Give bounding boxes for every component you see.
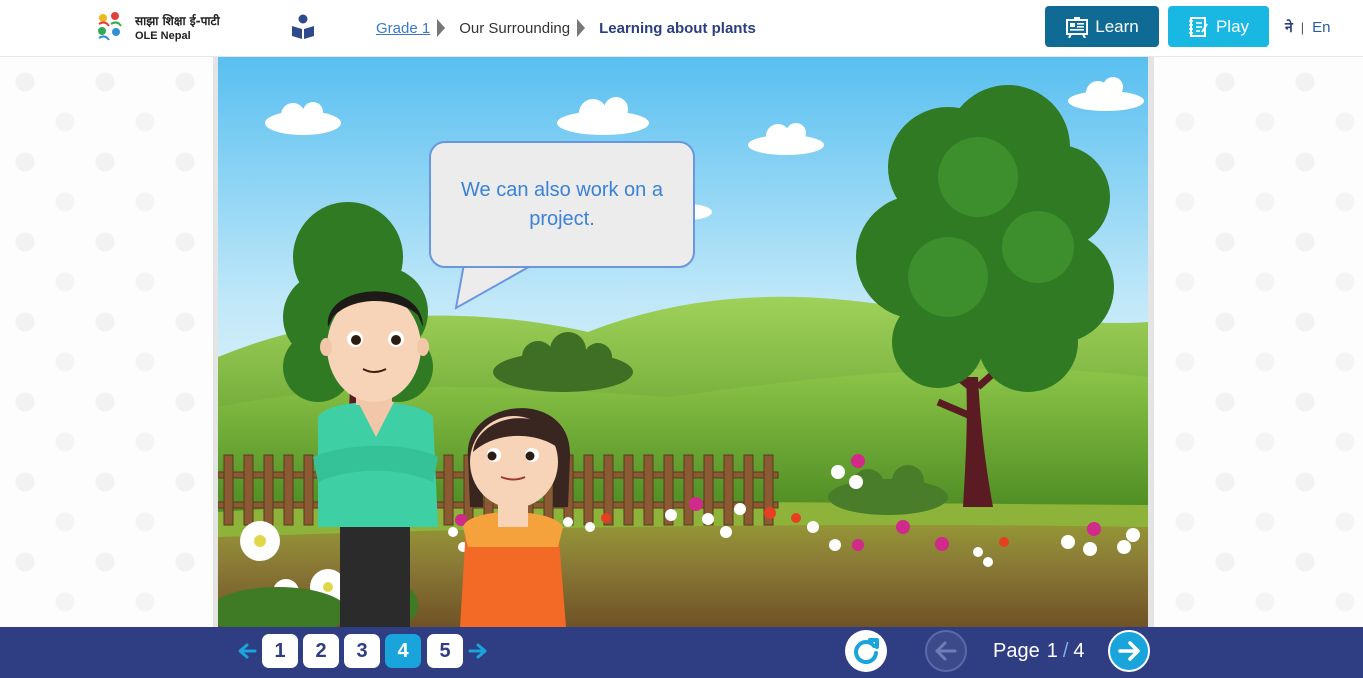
book-reader-icon[interactable] xyxy=(291,14,315,40)
footer-bar xyxy=(0,627,1363,678)
reload-icon xyxy=(854,638,879,665)
breadcrumb-grade[interactable]: Grade 1 xyxy=(376,20,430,37)
speech-bubble-tail xyxy=(454,264,537,310)
page-button-2[interactable]: 2 xyxy=(303,634,339,668)
breadcrumb-lesson: Learning about plants xyxy=(599,19,756,37)
learn-button-label: Learn xyxy=(1095,16,1139,36)
language-english[interactable]: En xyxy=(1312,19,1330,36)
page-button-4[interactable]: 4 xyxy=(385,634,421,668)
breadcrumb-separator-icon xyxy=(437,19,446,37)
total-pages-number: 4 xyxy=(1073,639,1085,662)
breadcrumb-separator-icon xyxy=(577,19,586,37)
speech-bubble: We can also work on a project. xyxy=(429,141,695,268)
page-button-3[interactable]: 3 xyxy=(344,634,380,668)
learn-board-icon xyxy=(1066,16,1089,38)
learn-button[interactable]: Learn xyxy=(1045,6,1159,47)
current-page-number: 1 xyxy=(1046,639,1058,662)
reload-button[interactable] xyxy=(845,630,887,672)
page-button-1[interactable]: 1 xyxy=(262,634,298,668)
next-page-button[interactable] xyxy=(1108,630,1150,672)
breadcrumb: Grade 1 Our Surrounding Learning about p… xyxy=(376,17,756,39)
play-button[interactable]: Play xyxy=(1168,6,1269,47)
play-notebook-icon xyxy=(1188,16,1208,37)
breadcrumb-subject[interactable]: Our Surrounding xyxy=(459,20,570,37)
play-button-label: Play xyxy=(1215,16,1250,36)
arrow-left-icon[interactable] xyxy=(237,641,257,661)
previous-page-button[interactable] xyxy=(925,630,967,672)
page-button-5[interactable]: 5 xyxy=(427,634,463,668)
header: साझा शिक्षा ई-पाटी OLE Nepal Grade 1 Our… xyxy=(0,0,1363,57)
arrow-right-circle-icon xyxy=(1118,641,1140,661)
page-indicator: Page 1 / 4 xyxy=(993,639,1085,663)
logo-text-nepali: साझा शिक्षा ई-पाटी xyxy=(135,14,220,28)
speech-text: We can also work on a project. xyxy=(461,178,663,230)
arrow-right-icon[interactable] xyxy=(468,641,488,661)
story-scene: We can also work on a project. xyxy=(218,57,1148,627)
page-separator: / xyxy=(1062,639,1069,662)
language-separator: | xyxy=(1300,19,1305,35)
language-nepali[interactable]: ने xyxy=(1285,18,1293,37)
logo-text-english: OLE Nepal xyxy=(135,30,191,42)
arrow-left-circle-icon xyxy=(935,641,957,661)
ole-nepal-logo[interactable]: साझा शिक्षा ई-पाटी OLE Nepal xyxy=(95,10,245,46)
logo-icon xyxy=(98,12,122,41)
page-label: Page xyxy=(993,639,1040,662)
language-switcher: ने | En xyxy=(1285,17,1331,37)
